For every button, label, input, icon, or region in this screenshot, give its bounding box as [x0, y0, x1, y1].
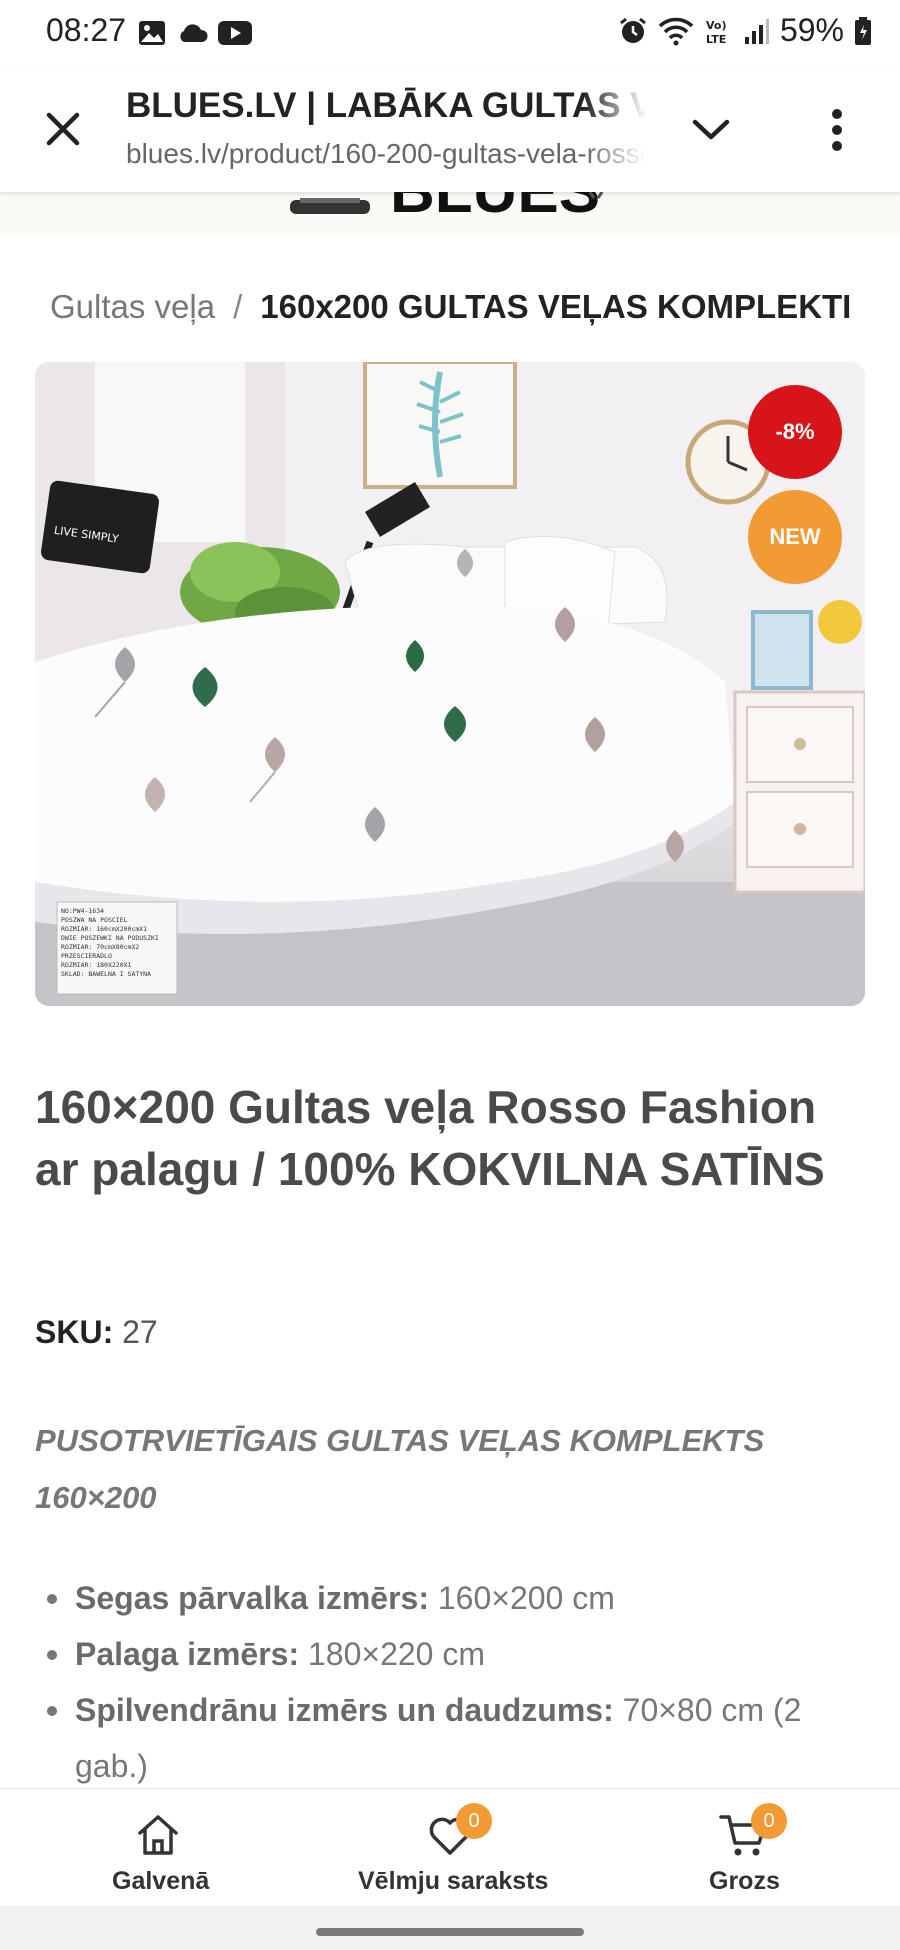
volte-icon: Vo) LTE — [706, 19, 727, 46]
svg-text:NO:PW4-1634: NO:PW4-1634 — [61, 907, 104, 915]
nav-home[interactable]: Galvenā — [80, 1789, 235, 1907]
svg-text:LTE: LTE — [706, 33, 726, 46]
nav-wishlist[interactable]: 0 Vēlmju saraksts — [350, 1789, 550, 1907]
breadcrumb-separator: / — [233, 288, 243, 325]
site-logo[interactable]: BLUES — [290, 192, 610, 222]
expand-toolbar-button[interactable] — [686, 108, 736, 152]
spec-label: Segas pārvalka izmērs: — [75, 1580, 429, 1616]
nav-wishlist-label: Vēlmju saraksts — [358, 1867, 549, 1895]
close-icon — [46, 112, 80, 146]
more-vert-icon — [832, 109, 842, 151]
nav-cart[interactable]: 0 Grozs — [685, 1789, 800, 1907]
product-spec-list: Segas pārvalka izmērs: 160×200 cm Palaga… — [35, 1570, 865, 1794]
svg-text:Vo): Vo) — [706, 19, 727, 32]
svg-text:ROZMIAR: 70cmX80cmX2: ROZMIAR: 70cmX80cmX2 — [61, 943, 139, 951]
more-options-button[interactable] — [820, 102, 854, 158]
sku-value: 27 — [122, 1314, 158, 1350]
image-icon — [139, 21, 165, 45]
nav-home-label: Galvenā — [112, 1867, 210, 1895]
svg-text:BLUES: BLUES — [390, 192, 600, 222]
spec-value: 180×220 cm — [308, 1636, 486, 1672]
spec-item: Palaga izmērs: 180×220 cm — [35, 1626, 865, 1682]
home-gesture-handle[interactable] — [316, 1928, 584, 1936]
breadcrumb-link-bedding[interactable]: Gultas veļa — [50, 288, 215, 325]
new-badge: NEW — [748, 490, 842, 584]
spec-label: Spilvendrānu izmērs un daudzums: — [75, 1692, 614, 1728]
svg-text:DWIE POSZEWKI NA PODUSZKI: DWIE POSZEWKI NA PODUSZKI — [61, 934, 159, 942]
status-time: 08:27 — [46, 12, 127, 48]
product-title: 160×200 Gultas veļa Rosso Fashion ar pal… — [35, 1081, 825, 1195]
product-image[interactable]: LIVE SIMPLY NO:PW4-1634 POSZWA NA POSCIE… — [35, 362, 865, 1006]
breadcrumb: Gultas veļa / 160x200 GULTAS VEĻAS KOMPLEK… — [50, 288, 851, 326]
nav-cart-label: Grozs — [709, 1867, 780, 1895]
home-icon — [138, 1815, 178, 1855]
breadcrumb-current: 160x200 GULTAS VEĻAS KOMPLEKTI — [260, 288, 852, 325]
wifi-icon — [658, 17, 694, 45]
status-system-icons: Vo) LTE 59% — [618, 12, 872, 49]
status-notification-icons — [138, 18, 252, 48]
site-header: BLUES — [0, 192, 900, 236]
sale-badge: -8% — [748, 385, 842, 479]
svg-text:SKLAD: BAWELNA I SATYNA: SKLAD: BAWELNA I SATYNA — [61, 970, 151, 978]
bottom-navigation: Galvenā 0 Vēlmju saraksts 0 Grozs — [0, 1788, 900, 1907]
alarm-icon — [620, 17, 646, 43]
spec-label: Palaga izmērs: — [75, 1636, 300, 1672]
youtube-icon — [218, 21, 252, 45]
signal-icon — [744, 18, 769, 44]
chevron-down-icon — [692, 119, 730, 140]
svg-text:POSZWA NA POSCIEL: POSZWA NA POSCIEL — [61, 916, 128, 924]
product-subtitle: PUSOTRVIETĪGAIS GULTAS VEĻAS KOMPLEKTS 1… — [35, 1423, 765, 1515]
spec-value: 160×200 cm — [437, 1580, 615, 1616]
spec-item: Spilvendrānu izmērs un daudzums: 70×80 c… — [35, 1682, 865, 1794]
sku-label: SKU: — [35, 1314, 114, 1350]
battery-icon — [855, 16, 871, 45]
svg-text:PRZESCIERADLO: PRZESCIERADLO — [61, 952, 112, 960]
page-url[interactable]: blues.lv/product/160-200-gultas-vela-ros… — [126, 138, 646, 176]
custom-tab-toolbar: BLUES.LV | LABĀKA GULTAS VEĻA blues.lv/p… — [0, 66, 900, 192]
wishlist-count-badge: 0 — [456, 1803, 492, 1839]
battery-percent: 59% — [779, 12, 844, 48]
page-title: BLUES.LV | LABĀKA GULTAS VEĻA — [126, 86, 646, 125]
svg-text:ROZMIAR: 180X220X1: ROZMIAR: 180X220X1 — [61, 961, 132, 969]
svg-text:ROZMIAR: 160cmX200cmX1: ROZMIAR: 160cmX200cmX1 — [61, 925, 147, 933]
cart-count-badge: 0 — [751, 1803, 787, 1839]
cloud-icon — [180, 24, 208, 42]
close-tab-button[interactable] — [40, 106, 86, 152]
bedroom-photo: LIVE SIMPLY NO:PW4-1634 POSZWA NA POSCIE… — [35, 362, 865, 1006]
product-sku: SKU: 27 — [35, 1314, 158, 1351]
spec-item: Segas pārvalka izmērs: 160×200 cm — [35, 1570, 865, 1626]
